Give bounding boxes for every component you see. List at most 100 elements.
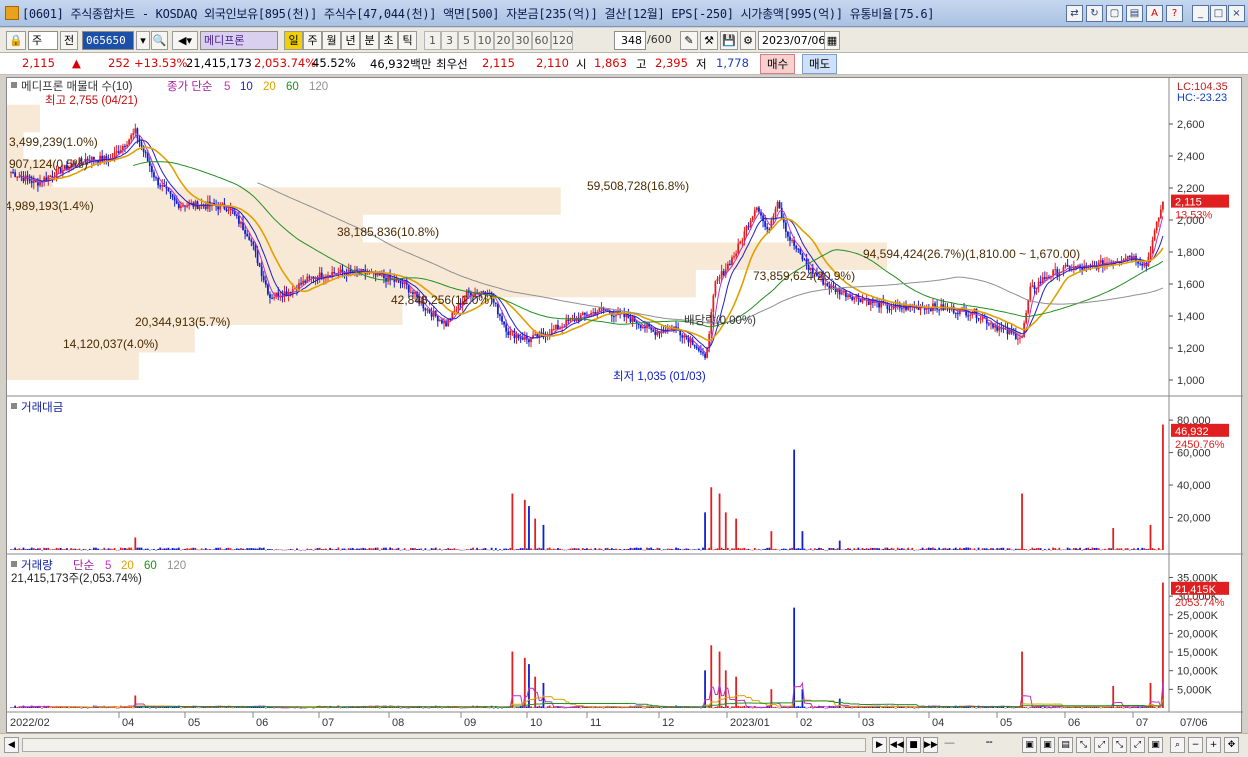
link-icon[interactable]: ⇄ <box>1066 5 1083 22</box>
amount-bar <box>138 547 141 550</box>
candle-body <box>225 208 228 211</box>
amount-bar <box>822 549 825 550</box>
move-icon[interactable]: ✥ <box>1224 737 1239 753</box>
amount-bar <box>979 549 982 551</box>
minus-icon[interactable]: − <box>1188 737 1203 753</box>
candle-body <box>629 318 632 322</box>
candle-body <box>1041 277 1044 284</box>
amount-bar <box>876 548 878 550</box>
period-tab-5[interactable]: 초 <box>379 31 398 50</box>
play-icon[interactable]: ▶ <box>872 737 887 753</box>
layout-icon-4[interactable]: ▣ <box>1148 737 1163 753</box>
fast-forward-icon[interactable]: ▶▶ <box>923 737 938 753</box>
speaker-icon[interactable]: ◀▾ <box>172 31 198 50</box>
period-number-10[interactable]: 10 <box>475 31 494 50</box>
stock-name[interactable]: 메디프론 <box>200 31 278 50</box>
amount-bar <box>896 547 899 550</box>
amount-bar <box>791 547 793 550</box>
code-input[interactable]: 065650 <box>82 31 134 50</box>
minimize-button[interactable]: _ <box>1192 5 1209 22</box>
help-icon[interactable]: ? <box>1166 5 1183 22</box>
period-number-60[interactable]: 60 <box>532 31 551 50</box>
amount-bar <box>140 547 143 550</box>
rewind-icon[interactable]: ◀◀ <box>889 737 904 753</box>
layout-icon-1[interactable]: ▣ <box>1022 737 1037 753</box>
period-number-3[interactable]: 3 <box>441 31 458 50</box>
prev-button[interactable]: 전 <box>60 31 78 50</box>
period-number-1[interactable]: 1 <box>424 31 441 50</box>
zoom-icon[interactable]: ⌕ <box>1170 737 1185 753</box>
volume-profile-label-0: 14,120,037(4.0%) <box>63 337 158 351</box>
volume-bar <box>979 707 982 709</box>
arrows-icon-3[interactable]: ⤡ <box>1112 737 1127 753</box>
volume-tick-label: 20,000K <box>1177 628 1219 640</box>
period-tab-6[interactable]: 틱 <box>398 31 417 50</box>
amount-bar <box>1095 547 1098 550</box>
amount-bar <box>816 548 818 550</box>
period-number-120[interactable]: 120 <box>551 31 573 50</box>
date-input[interactable]: 2023/07/06 <box>758 31 828 50</box>
calendar-icon[interactable]: ▦ <box>824 31 840 50</box>
amount-bar <box>702 547 704 550</box>
candle-body <box>681 335 684 338</box>
close-button[interactable]: × <box>1228 5 1245 22</box>
volume-profile-label-2: 42,848,256(12.0%) <box>391 293 493 307</box>
period-tab-3[interactable]: 년 <box>341 31 360 50</box>
amount-bar <box>557 548 559 550</box>
volume-bar <box>706 707 709 708</box>
candle-body <box>441 320 443 324</box>
period-number-20[interactable]: 20 <box>494 31 513 50</box>
dropdown-icon[interactable]: ▾ <box>136 31 150 50</box>
volume-bar <box>61 707 64 708</box>
amount-bar <box>633 547 636 550</box>
refresh-icon[interactable]: ↻ <box>1086 5 1103 22</box>
chart-svg[interactable]: 2,6002,4002,2002,0001,8001,6001,4001,200… <box>7 78 1243 734</box>
candle-body <box>731 257 733 266</box>
amount-bar <box>194 547 197 550</box>
volume-bar <box>312 707 315 709</box>
period-tab-4[interactable]: 분 <box>360 31 379 50</box>
arrows-icon-2[interactable]: ⤢ <box>1094 737 1109 753</box>
scrollbar-track[interactable] <box>22 738 866 752</box>
stop-icon[interactable]: ■ <box>906 737 921 753</box>
font-icon[interactable]: A <box>1146 5 1163 22</box>
candle-body <box>888 308 891 310</box>
layout-icon-2[interactable]: ▣ <box>1040 737 1055 753</box>
x-tick-label: 05 <box>188 717 200 729</box>
amount-bar <box>927 547 930 550</box>
line-style-icon[interactable]: — <box>944 736 988 754</box>
amount-bar <box>22 547 25 550</box>
arrows-icon-4[interactable]: ⤢ <box>1130 737 1145 753</box>
volume-bar <box>517 707 520 708</box>
arrows-icon-1[interactable]: ⤡ <box>1076 737 1091 753</box>
window-icon[interactable]: ▢ <box>1106 5 1123 22</box>
amount-bar <box>494 548 497 550</box>
period-tab-0[interactable]: 일 <box>284 31 303 50</box>
chart-area[interactable]: 2,600 2,400 2,200 2,000 1,800 1,600 1,400 1,200… <box>6 77 1243 734</box>
volume-bar <box>1135 707 1137 708</box>
candle-body <box>954 312 957 314</box>
count-input[interactable]: 348 <box>614 31 646 50</box>
settings-icon[interactable]: ⚙ <box>740 31 756 50</box>
amount-bar <box>983 548 986 550</box>
volume-bar <box>726 705 729 708</box>
amount-bar <box>575 548 578 550</box>
market-select[interactable]: 주 <box>28 31 58 50</box>
period-tab-2[interactable]: 월 <box>322 31 341 50</box>
tool-icon[interactable]: ⚒ <box>700 31 718 50</box>
plus-icon[interactable]: + <box>1206 737 1221 753</box>
table-icon[interactable]: ▤ <box>1126 5 1143 22</box>
period-tab-1[interactable]: 주 <box>303 31 322 50</box>
period-number-30[interactable]: 30 <box>513 31 532 50</box>
sell-button[interactable]: 매도 <box>802 54 838 74</box>
save-icon[interactable]: 💾 <box>720 31 738 50</box>
period-number-5[interactable]: 5 <box>458 31 475 50</box>
maximize-button[interactable]: □ <box>1210 5 1227 22</box>
search-icon[interactable]: 🔍 <box>151 31 168 50</box>
draw-icon[interactable]: ✎ <box>680 31 698 50</box>
lock-icon[interactable]: 🔒 <box>6 31 26 50</box>
scroll-left-icon[interactable]: ◀ <box>4 737 19 753</box>
buy-button[interactable]: 매수 <box>760 54 796 74</box>
amount-bar <box>66 548 68 550</box>
layout-icon-3[interactable]: ▤ <box>1058 737 1073 753</box>
